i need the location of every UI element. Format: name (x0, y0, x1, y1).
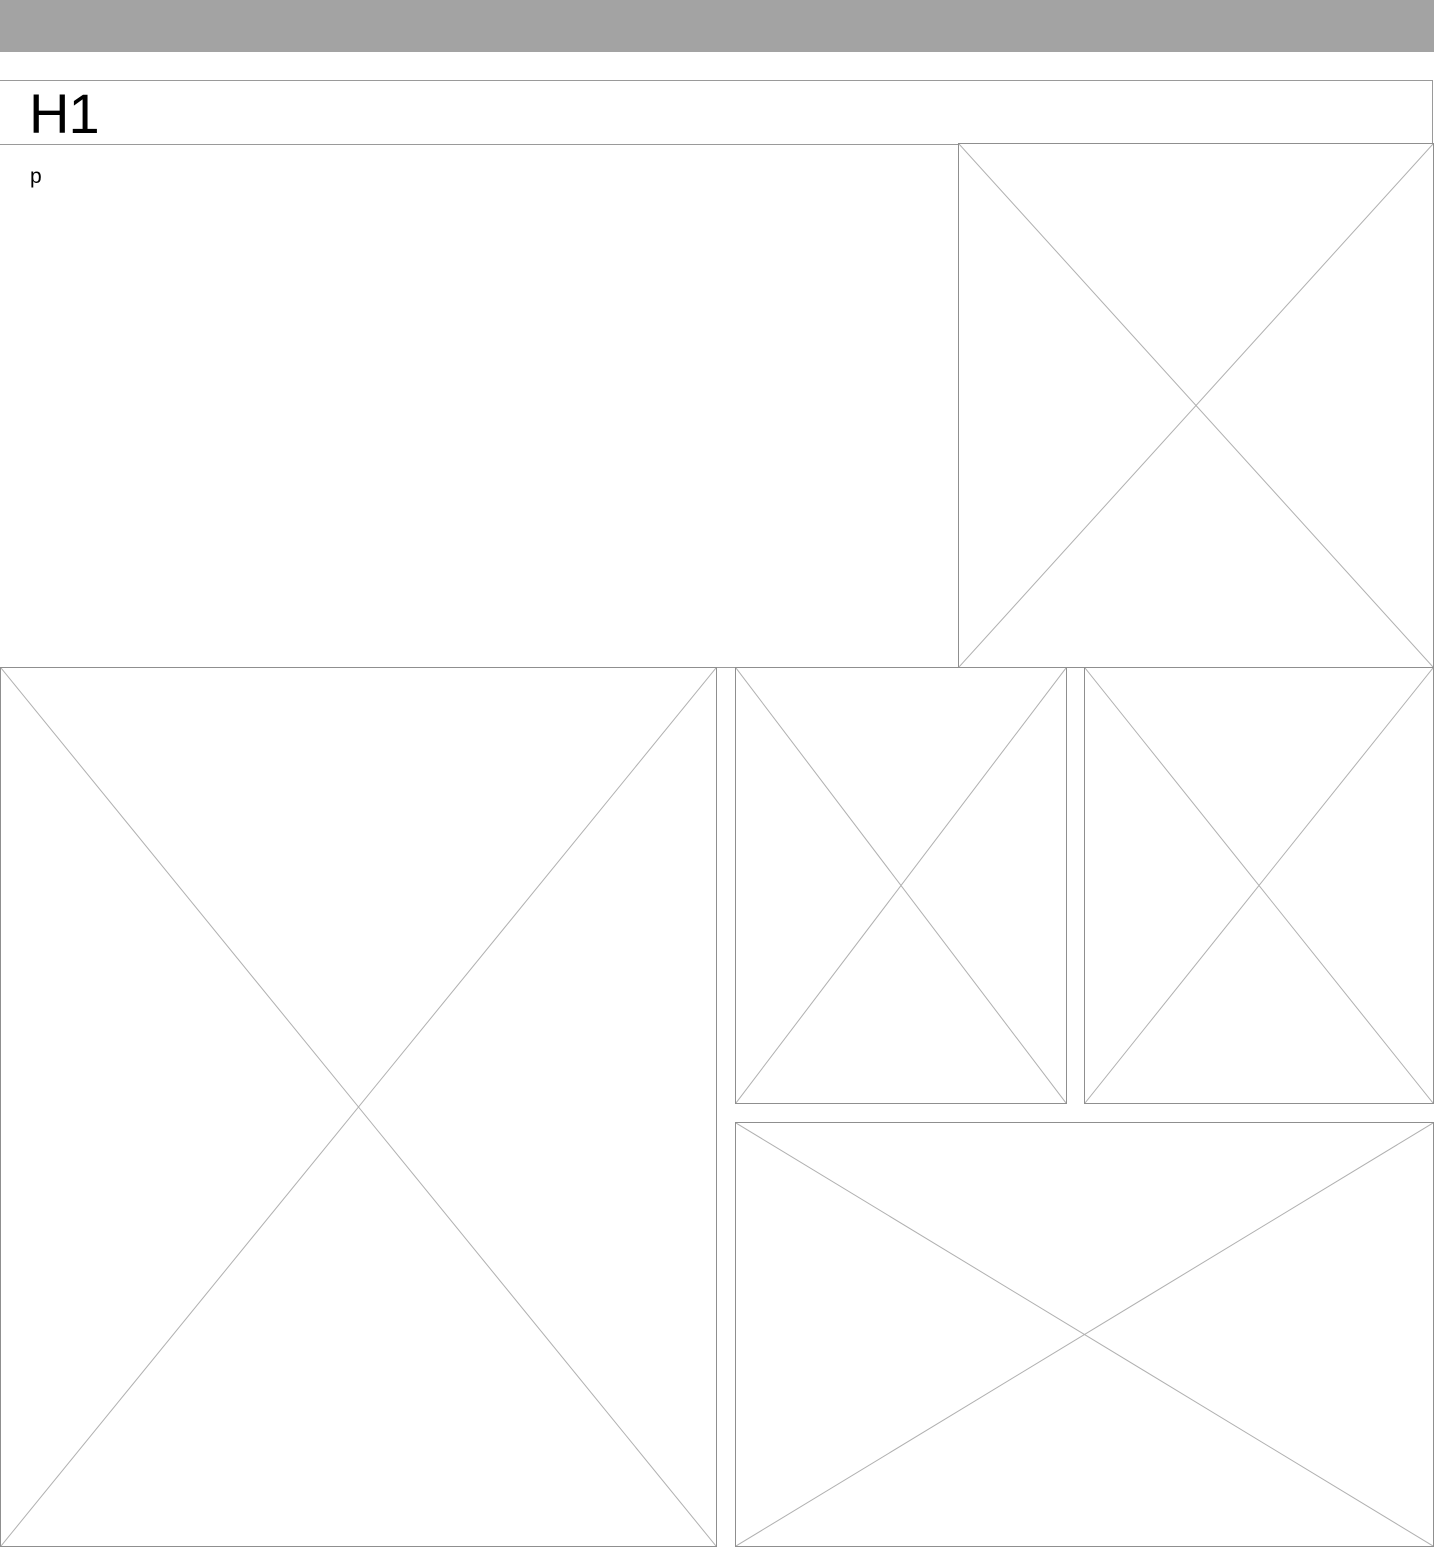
paragraph-text: p (30, 165, 42, 188)
image-placeholder-icon (1085, 668, 1433, 1103)
header-section (0, 80, 1433, 145)
image-placeholder-large (0, 667, 717, 1547)
image-placeholder-middle-right (1084, 667, 1434, 1104)
image-placeholder-top-right (958, 143, 1434, 668)
image-placeholder-icon (959, 144, 1433, 667)
image-placeholder-bottom-wide (735, 1122, 1434, 1547)
page-title: H1 (29, 82, 100, 145)
image-placeholder-icon (736, 668, 1066, 1103)
image-placeholder-middle-left (735, 667, 1067, 1104)
text-content-area (0, 143, 958, 668)
image-placeholder-icon (1, 668, 716, 1546)
image-placeholder-icon (736, 1123, 1433, 1546)
top-bar (0, 0, 1434, 52)
